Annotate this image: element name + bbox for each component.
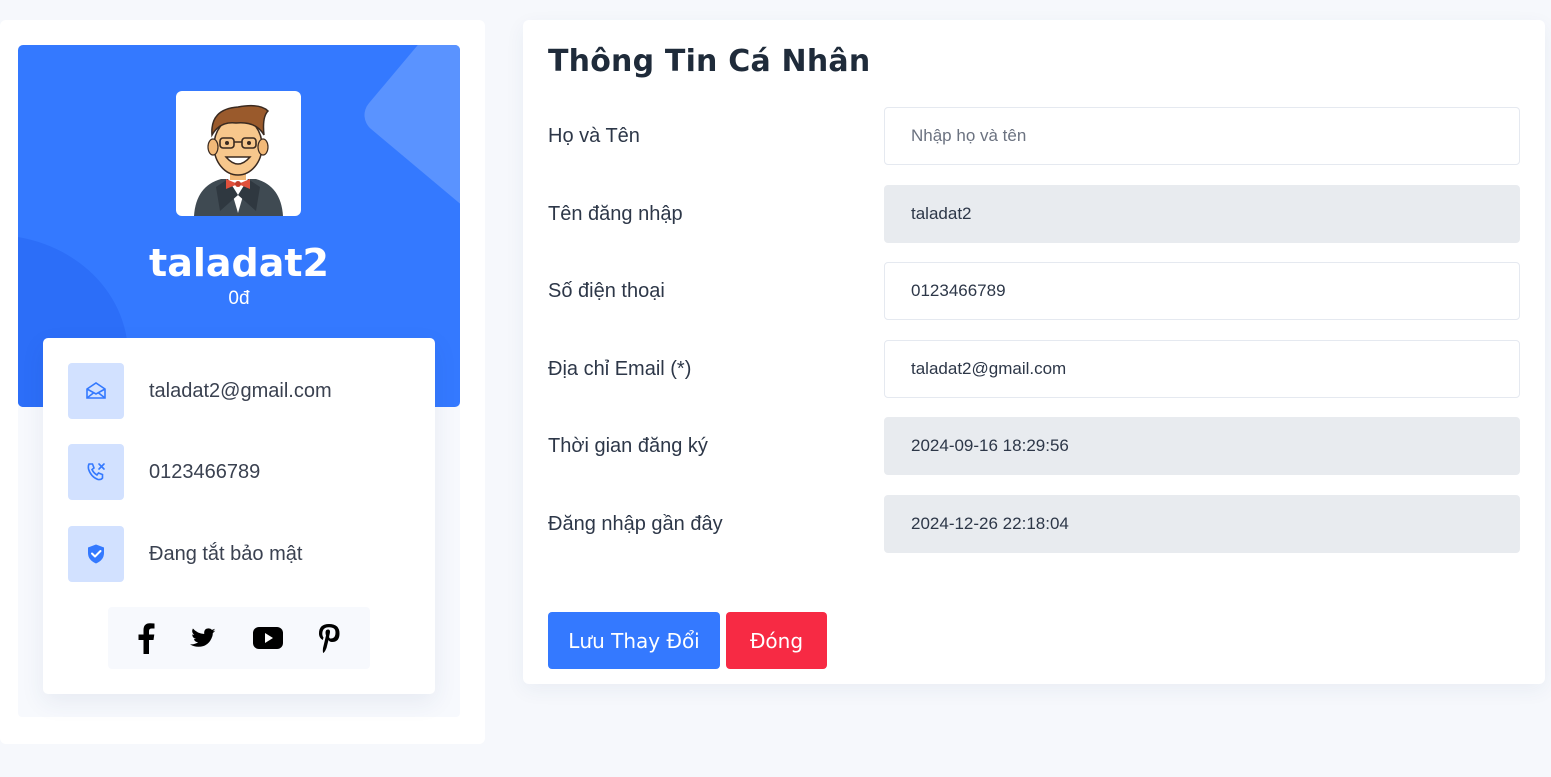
social-links (108, 607, 370, 669)
shield-check-icon (68, 526, 124, 582)
email-label: Địa chỉ Email (*) (548, 358, 692, 380)
phone-text: 0123466789 (149, 461, 261, 483)
fullname-input[interactable] (884, 107, 1520, 165)
twitter-icon[interactable] (188, 624, 220, 652)
register-time-label: Thời gian đăng ký (548, 435, 708, 457)
pinterest-icon[interactable] (316, 622, 342, 654)
save-button[interactable]: Lưu Thay Đổi (548, 612, 720, 669)
contact-info-box: taladat2@gmail.com 0123466789 Đang tắt b… (43, 338, 435, 694)
profile-card-inner: taladat2 0đ taladat2@gmail.com 012346678… (18, 45, 460, 717)
youtube-icon[interactable] (252, 626, 284, 650)
username-input (884, 185, 1520, 243)
close-button[interactable]: Đóng (726, 612, 827, 669)
profile-username: taladat2 (149, 241, 329, 285)
email-text: taladat2@gmail.com (149, 380, 332, 402)
security-status-text: Đang tắt bảo mật (149, 543, 303, 565)
last-login-input (884, 495, 1520, 553)
profile-balance: 0đ (228, 288, 250, 309)
phone-label: Số điện thoại (548, 280, 665, 302)
phone-input[interactable] (884, 262, 1520, 320)
username-label: Tên đăng nhập (548, 203, 683, 225)
phone-icon (68, 444, 124, 500)
phone-row: 0123466789 (68, 444, 428, 500)
personal-info-form: Thông Tin Cá Nhân Họ và Tên Tên đăng nhậ… (523, 20, 1545, 684)
register-time-input (884, 417, 1520, 475)
avatar (176, 91, 301, 216)
email-row: taladat2@gmail.com (68, 363, 428, 419)
profile-card: taladat2 0đ taladat2@gmail.com 012346678… (0, 20, 485, 744)
email-input[interactable] (884, 340, 1520, 398)
mail-icon (68, 363, 124, 419)
fullname-label: Họ và Tên (548, 125, 640, 147)
facebook-icon[interactable] (136, 622, 156, 654)
security-row: Đang tắt bảo mật (68, 526, 428, 582)
form-title: Thông Tin Cá Nhân (548, 44, 871, 79)
last-login-label: Đăng nhập gần đây (548, 513, 723, 535)
